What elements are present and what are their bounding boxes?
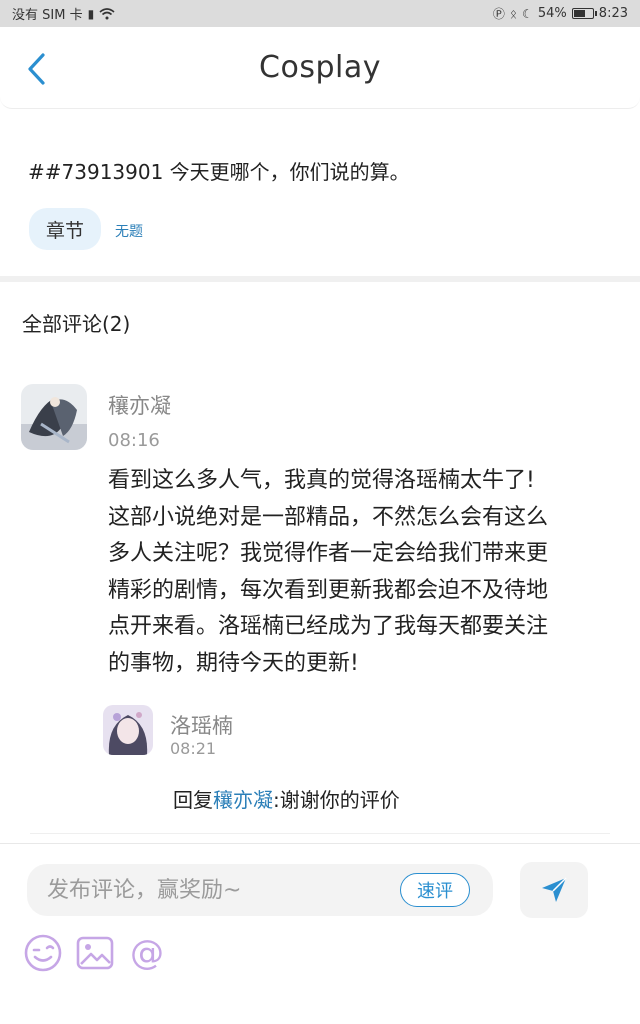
status-bar: 没有 SIM 卡 ▮ Ⓟ ᛟ ☾ 54% 8:23 — [0, 0, 640, 27]
status-right: Ⓟ ᛟ ☾ 54% 8:23 — [493, 5, 628, 22]
clock: 8:23 — [598, 6, 628, 21]
avatar[interactable] — [21, 384, 87, 450]
post-text: ##73913901 今天更哪个，你们说的算。 — [28, 160, 410, 184]
send-icon — [542, 877, 567, 902]
comment-line: 这部小说绝对是一部精品，不然怎么会有这么 — [108, 504, 549, 530]
carrier-text: 没有 SIM 卡 — [12, 8, 83, 23]
comments-title: 全部评论(2) — [22, 312, 131, 336]
image-icon[interactable] — [75, 933, 115, 973]
header: Cosplay — [0, 27, 640, 109]
reply-avatar-image — [103, 705, 153, 755]
battery-percent: 54% — [537, 6, 567, 21]
reply-time: 08:21 — [170, 739, 217, 758]
moon-icon: ☾ — [522, 6, 533, 21]
reply-target-link[interactable]: 穰亦凝 — [213, 788, 273, 812]
at-icon[interactable]: @ — [127, 933, 167, 973]
reply-content: :谢谢你的评价 — [273, 788, 400, 812]
comment-author[interactable]: 穰亦凝 — [108, 390, 171, 420]
comment-line: 点开来看。洛瑶楠已经成为了我每天都要关注 — [108, 614, 549, 639]
avatar-image — [21, 384, 87, 450]
reply-text: 回复穰亦凝:谢谢你的评价 — [173, 784, 400, 813]
reply-prefix: 回复 — [173, 788, 213, 812]
quick-comment-button[interactable]: 速评 — [400, 873, 470, 907]
comment-line: 的事物，期待今天的更新! — [108, 650, 359, 676]
comment-input[interactable] — [47, 864, 387, 916]
back-button[interactable] — [18, 49, 54, 89]
wifi-icon — [99, 7, 115, 19]
chevron-left-icon — [28, 53, 45, 85]
nfc-icon: Ⓟ — [492, 7, 505, 21]
reply-author[interactable]: 洛瑶楠 — [170, 710, 233, 740]
comment-line: 精彩的剧情，每次看到更新我都会迫不及待地 — [108, 577, 549, 603]
comment-body: 看到这么多人气，我真的觉得洛瑶楠太牛了! 这部小说绝对是一部精品，不然怎么会有这… — [108, 463, 628, 682]
alert-icon: ▮ — [87, 6, 95, 21]
comment-time: 08:16 — [108, 430, 160, 451]
reply-avatar[interactable] — [103, 705, 153, 755]
chapter-name[interactable]: 无题 — [115, 221, 143, 241]
comment-line: 看到这么多人气，我真的觉得洛瑶楠太牛了! — [108, 468, 535, 493]
battery-icon — [571, 8, 597, 19]
section-divider — [0, 276, 640, 282]
battery-level — [573, 10, 585, 17]
comment-line: 多人关注呢？我觉得作者一定会给我们带来更 — [108, 541, 549, 566]
emoji-icon[interactable] — [23, 933, 63, 973]
bluetooth-icon: ᛟ — [509, 6, 518, 21]
status-left: 没有 SIM 卡 ▮ — [12, 4, 115, 23]
page-title: Cosplay — [259, 50, 381, 85]
send-button[interactable] — [520, 862, 588, 918]
chapter-tag[interactable]: 章节 — [29, 208, 101, 250]
comment-divider — [30, 833, 610, 834]
